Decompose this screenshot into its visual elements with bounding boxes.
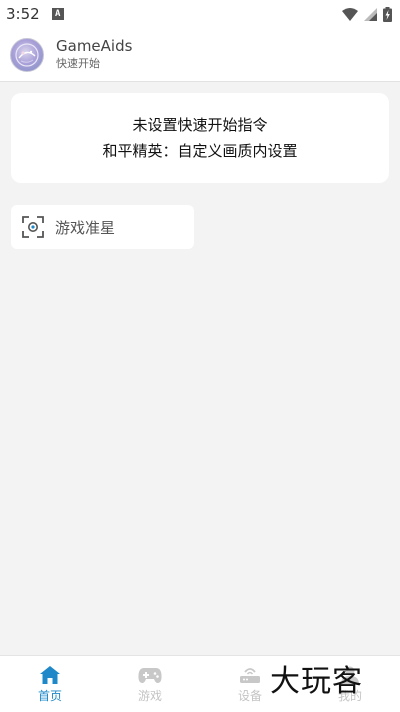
- app-header: GameAids 快速开始: [0, 28, 400, 82]
- app-subtitle: 快速开始: [56, 57, 100, 70]
- app-title: GameAids: [56, 37, 133, 55]
- nav-label-home: 首页: [37, 689, 62, 703]
- nav-item-games[interactable]: 游戏: [100, 656, 200, 712]
- game-logo-icon: [15, 42, 39, 67]
- status-bar: 3:52 A: [0, 0, 400, 28]
- gamepad-icon: [138, 668, 162, 683]
- game-crosshair-button[interactable]: 游戏准星: [11, 205, 194, 249]
- quick-start-notice-card[interactable]: 未设置快速开始指令 和平精英：自定义画质内设置: [11, 93, 389, 183]
- status-time: 3:52: [6, 5, 40, 23]
- watermark-logo: 大玩客: [270, 664, 363, 699]
- app-avatar[interactable]: [10, 37, 44, 72]
- status-right: [342, 6, 392, 22]
- router-icon: [240, 668, 260, 683]
- crosshair-label: 游戏准星: [55, 218, 116, 237]
- wifi-icon: [342, 7, 358, 21]
- notification-app-icon: A: [51, 8, 64, 20]
- nav-label-games: 游戏: [137, 689, 162, 703]
- home-icon: [40, 666, 60, 684]
- crosshair-icon: [22, 216, 44, 238]
- battery-charging-icon: [383, 6, 392, 22]
- signal-icon: [364, 7, 377, 21]
- status-left: 3:52 A: [6, 5, 64, 23]
- notice-line-1: 未设置快速开始指令: [132, 116, 268, 134]
- nav-item-home[interactable]: 首页: [0, 656, 100, 712]
- header-text: GameAids 快速开始: [56, 37, 132, 72]
- notice-line-2: 和平精英：自定义画质内设置: [102, 142, 298, 160]
- nav-label-devices: 设备: [237, 689, 262, 703]
